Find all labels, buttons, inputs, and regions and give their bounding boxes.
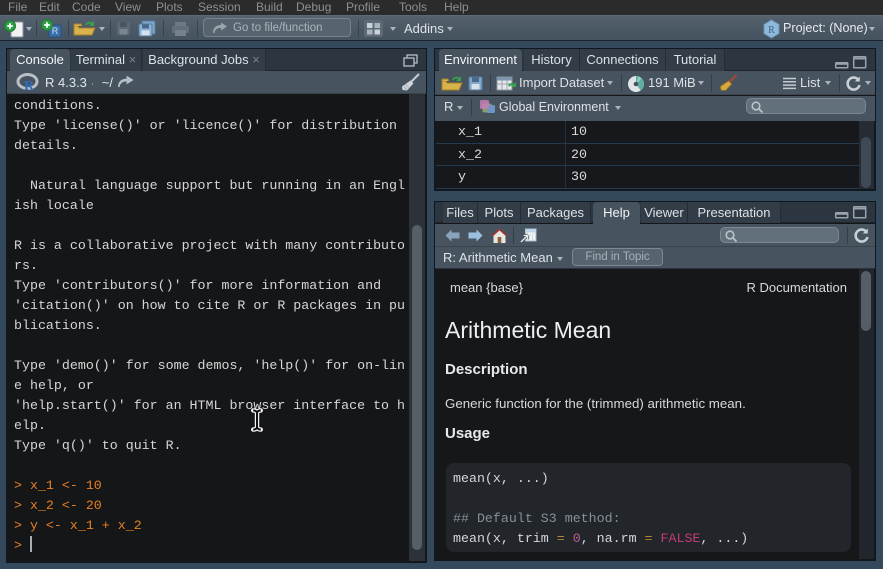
svg-text:R: R <box>24 79 35 94</box>
svg-text:R: R <box>52 26 59 36</box>
svg-text:R: R <box>768 25 775 36</box>
